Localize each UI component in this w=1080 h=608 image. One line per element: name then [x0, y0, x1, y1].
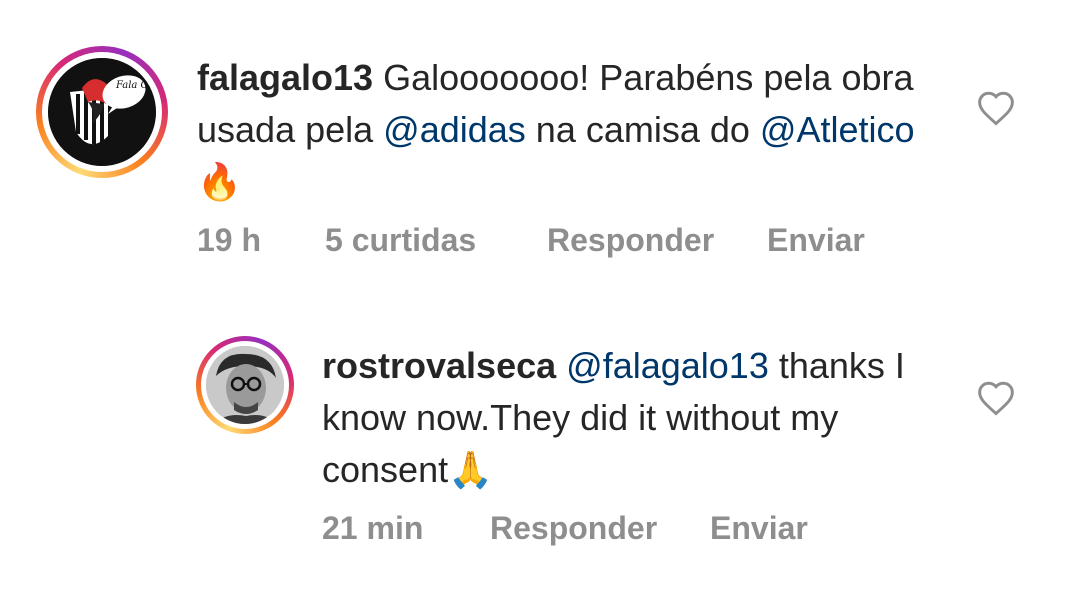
like-heart-icon[interactable] — [976, 90, 1016, 126]
comment-time: 21 min — [322, 510, 424, 546]
mention-link[interactable]: @adidas — [383, 109, 526, 150]
galo-shield-logo-icon: Fala Galo — [48, 58, 156, 166]
send-button[interactable]: Enviar — [767, 222, 865, 259]
comment-rostrovalseca: rostrovalseca @falagalo13 thanks I know … — [0, 300, 1080, 608]
comment-time: 19 h — [197, 222, 262, 258]
avatar: Fala Galo — [48, 58, 156, 166]
avatar-ring[interactable]: Fala Galo — [36, 46, 168, 178]
mention-link[interactable]: @falagalo13 — [566, 345, 769, 386]
comment-body: na camisa do — [525, 109, 760, 150]
user-photo-icon — [206, 346, 284, 424]
reply-button[interactable]: Responder — [547, 222, 714, 259]
avatar-ring[interactable] — [196, 336, 294, 434]
comment-meta: 19 h 5 curtidas Responder Enviar — [197, 222, 957, 262]
send-button[interactable]: Enviar — [710, 510, 808, 547]
comment-falagalo13: Fala Galo falagalo13 Galooooooo! Parabén… — [0, 0, 1080, 300]
avatar — [206, 346, 284, 424]
reply-button[interactable]: Responder — [490, 510, 657, 547]
comment-meta: 21 min Responder Enviar — [322, 510, 922, 550]
comment-text: rostrovalseca @falagalo13 thanks I know … — [322, 340, 922, 496]
mention-link[interactable]: @Atletico — [760, 109, 915, 150]
comment-username[interactable]: falagalo13 — [197, 57, 373, 98]
likes-count[interactable]: 5 curtidas — [325, 222, 476, 259]
like-heart-icon[interactable] — [976, 380, 1016, 416]
fire-emoji-icon: 🔥 — [197, 161, 242, 202]
comment-username[interactable]: rostrovalseca — [322, 345, 556, 386]
comment-text: falagalo13 Galooooooo! Parabéns pela obr… — [197, 52, 957, 208]
